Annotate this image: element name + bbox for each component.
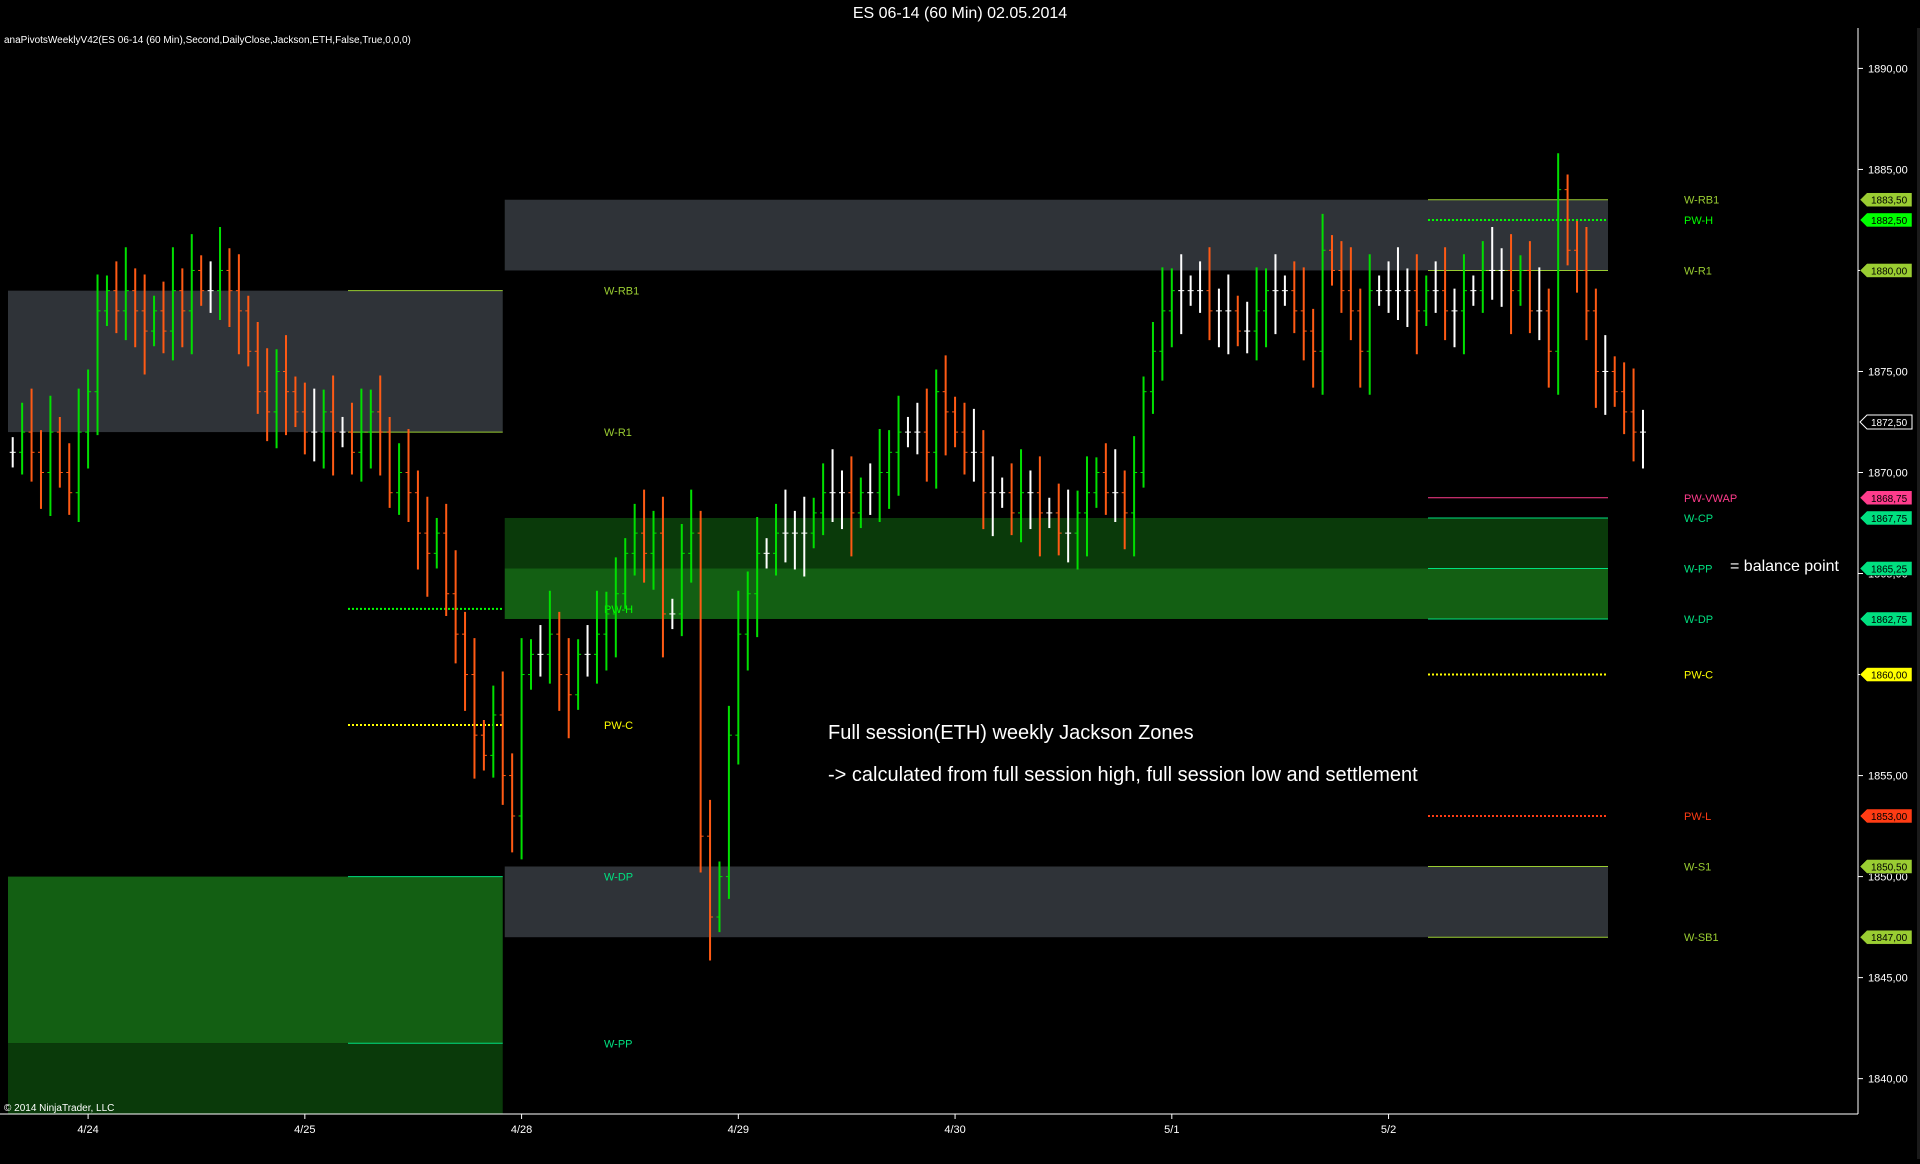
current-level-label: W-SB1 [1684, 932, 1719, 944]
zone-current-green [504, 568, 1608, 619]
level-price-tag-text: 1862,75 [1871, 615, 1908, 626]
time-tick-label: 4/30 [944, 1124, 965, 1136]
chart-area[interactable]: W-RB1 W-R1 PW-H PW-C W-DP W-PP W-RB1 PW-H W-R1 PW… [0, 0, 1920, 1159]
price-chart[interactable]: W-RB1W-R1PW-HPW-CW-DPW-PPW-RB1PW-HW-R1PW… [0, 0, 1920, 1159]
time-tick-label: 5/2 [1381, 1124, 1396, 1136]
indicator-label: anaPivotsWeeklyV42(ES 06-14 (60 Min),Sec… [4, 35, 411, 46]
annotation-line-1: Full session(ETH) weekly Jackson Zones [828, 722, 1194, 744]
price-tick-label: 1840,00 [1868, 1074, 1908, 1086]
level-price-tag-text: 1882,50 [1871, 216, 1908, 227]
level-price-tag-text: 1865,25 [1871, 564, 1908, 575]
current-level-label: PW-H [1684, 215, 1713, 227]
level-price-tag-text: 1847,00 [1871, 933, 1908, 944]
current-level-label: W-CP [1684, 513, 1713, 525]
zone-current-gray [504, 866, 1608, 938]
current-level-label: PW-C [1684, 670, 1713, 682]
prior-level-label: W-DP [604, 872, 633, 884]
current-level-label: PW-L [1684, 811, 1711, 823]
price-tick-label: 1885,00 [1868, 164, 1908, 176]
current-level-label: W-RB1 [1684, 195, 1719, 207]
price-tick-label: 1845,00 [1868, 973, 1908, 985]
price-tick-label: 1870,00 [1868, 468, 1908, 480]
time-tick-label: 4/28 [511, 1124, 532, 1136]
time-tick-label: 5/1 [1164, 1124, 1179, 1136]
current-level-label: W-R1 [1684, 265, 1712, 277]
time-axis: 4/24 4/25 4/28 4/29 4/30 5/1 5/2 [0, 1113, 1858, 1136]
current-level-label: W-S1 [1684, 861, 1711, 873]
level-price-tag-text: 1850,50 [1871, 862, 1908, 873]
level-price-tag-text: 1868,75 [1871, 494, 1908, 505]
prior-level-label: W-R1 [604, 427, 632, 439]
price-tick-label: 1855,00 [1868, 771, 1908, 783]
zone-current-dark_green [504, 517, 1608, 569]
time-tick-label: 4/29 [728, 1124, 749, 1136]
level-price-tag-text: 1880,00 [1871, 266, 1908, 277]
level-price-tag-text: 1853,00 [1871, 812, 1908, 823]
level-price-tag-text: 1883,50 [1871, 196, 1908, 207]
current-level-label: PW-VWAP [1684, 493, 1737, 505]
price-tick-label: 1890,00 [1868, 63, 1908, 75]
balance-point-note: = balance point [1730, 558, 1840, 575]
annotation-line-2: -> calculated from full session high, fu… [828, 764, 1418, 786]
last-price-tag-text: 1872,50 [1871, 418, 1908, 429]
copyright-notice: © 2014 NinjaTrader, LLC [4, 1103, 114, 1114]
price-tags: 1883,50 1882,50 1880,00 1868,75 1867,75 1865,… [1859, 192, 1913, 945]
time-tick-label: 4/24 [77, 1124, 98, 1136]
time-tick-label: 4/25 [294, 1124, 315, 1136]
current-level-label: W-PP [1684, 563, 1713, 575]
zone-prior-gray [8, 290, 503, 433]
price-tick-label: 1875,00 [1868, 366, 1908, 378]
prior-level-label: W-RB1 [604, 286, 639, 298]
zone-current-gray [504, 199, 1608, 271]
zone-prior-green [8, 876, 503, 1044]
current-level-label: W-DP [1684, 614, 1713, 626]
level-price-tag-text: 1860,00 [1871, 671, 1908, 682]
prior-level-label: PW-C [604, 720, 633, 732]
level-price-tag-text: 1867,75 [1871, 514, 1908, 525]
prior-level-label: W-PP [604, 1038, 633, 1050]
